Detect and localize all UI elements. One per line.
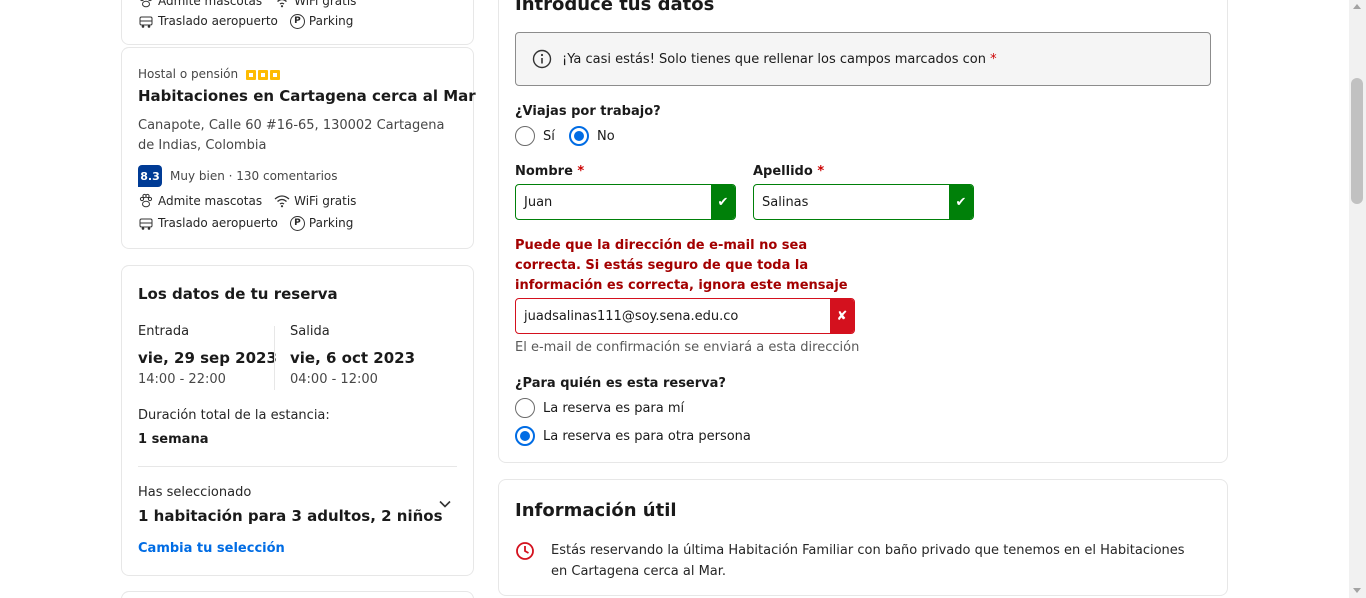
required-mark: *	[990, 51, 997, 67]
email-value[interactable]: juadsalinas111@soy.sena.edu.co	[516, 309, 830, 324]
radio-for-me-label: La reserva es para mí	[543, 400, 685, 416]
first-name-label-text: Nombre	[515, 164, 573, 179]
selection-value: 1 habitación para 3 adultos, 2 niños	[138, 507, 443, 525]
last-name-field[interactable]: Salinas ✔	[753, 184, 974, 220]
amenity-label: Traslado aeropuerto	[158, 216, 278, 230]
review-score-text: Muy bien · 130 comentarios	[170, 169, 338, 183]
amenity-label: Admite mascotas	[158, 194, 263, 208]
scrollbar-thumb[interactable]	[1351, 78, 1363, 204]
hotel-address: Canapote, Calle 60 #16-65, 130002 Cartag…	[138, 118, 445, 153]
radio-for-me[interactable]	[515, 398, 535, 418]
change-selection-link[interactable]: Cambia tu selección	[138, 541, 285, 556]
amenity-label: WiFi gratis	[294, 0, 357, 8]
amenity-label: Parking	[308, 14, 354, 28]
booking-page: Admite mascotas WiFi gratis Traslado aer…	[0, 0, 1366, 598]
required-mark: *	[817, 164, 825, 179]
first-name-value[interactable]: Juan	[516, 195, 711, 210]
booking-details-title: Los datos de tu reserva	[138, 285, 338, 303]
property-type-label: Hostal o pensión	[138, 67, 239, 81]
email-warning: Puede que la dirección de e-mail no sea …	[515, 238, 848, 293]
radio-yes[interactable]	[515, 126, 535, 146]
radio-no-label: No	[597, 128, 615, 144]
star-icon	[257, 69, 268, 80]
amenity-label: WiFi gratis	[294, 194, 357, 208]
checkin-label: Entrada	[138, 324, 190, 339]
property-type: Hostal o pensión	[138, 67, 280, 81]
hotel-amenities-row-2: Traslado aeropuerto P Parking	[138, 215, 361, 231]
duration-value: 1 semana	[138, 432, 209, 447]
hotel-amenities-row-1: Admite mascotas WiFi gratis	[138, 193, 364, 209]
amenity-label: Parking	[308, 216, 354, 230]
work-trip-yes[interactable]: Sí	[515, 126, 555, 146]
clock-icon	[515, 541, 535, 561]
star-icon	[269, 69, 280, 80]
email-help-text: El e-mail de confirmación se enviará a e…	[515, 340, 860, 355]
booking-for-me[interactable]: La reserva es para mí	[515, 398, 684, 418]
error-x-icon: ✘	[830, 299, 854, 333]
wifi-icon	[274, 195, 290, 208]
required-fields-notice: ¡Ya casi estás! Solo tienes que rellenar…	[515, 32, 1211, 86]
required-mark: *	[577, 164, 585, 179]
booking-divider	[138, 466, 457, 467]
useful-info-title: Información útil	[515, 500, 677, 521]
last-name-label: Apellido *	[753, 164, 824, 179]
first-name-field[interactable]: Juan ✔	[515, 184, 736, 220]
check-icon: ✔	[949, 185, 973, 219]
radio-yes-label: Sí	[543, 128, 555, 144]
date-divider	[274, 326, 275, 390]
pet-icon	[140, 0, 152, 8]
booking-for-question: ¿Para quién es esta reserva?	[515, 376, 726, 391]
last-name-label-text: Apellido	[753, 164, 813, 179]
parking-icon: P	[289, 215, 305, 231]
pet-icon	[139, 193, 153, 208]
checkout-date: vie, 6 oct 2023	[290, 349, 416, 367]
wifi-icon	[277, 0, 288, 8]
checkout-label: Salida	[290, 324, 330, 339]
work-trip-no[interactable]: No	[569, 126, 615, 146]
email-field[interactable]: juadsalinas111@soy.sena.edu.co ✘	[515, 298, 855, 334]
radio-for-other-label: La reserva es para otra persona	[543, 428, 751, 444]
checkin-date: vie, 29 sep 2023	[138, 349, 277, 367]
parking-icon: P	[289, 13, 305, 29]
shuttle-icon	[139, 218, 153, 230]
review-score-row: 8.3 Muy bien · 130 comentarios	[138, 165, 338, 187]
check-icon: ✔	[711, 185, 735, 219]
radio-for-other[interactable]	[515, 426, 535, 446]
selection-label: Has seleccionado	[138, 485, 252, 500]
amenity-label: Traslado aeropuerto	[158, 14, 278, 28]
scroll-up-arrow-icon[interactable]	[1353, 4, 1361, 9]
shuttle-icon	[139, 16, 153, 28]
hotel-name: Habitaciones en Cartagena cerca al Mar	[138, 87, 476, 105]
checkin-time: 14:00 - 22:00	[138, 372, 226, 387]
last-name-value[interactable]: Salinas	[754, 195, 949, 210]
guest-details-title: Introduce tus datos	[515, 0, 715, 15]
booking-for-other[interactable]: La reserva es para otra persona	[515, 426, 751, 446]
scroll-down-arrow-icon[interactable]	[1353, 588, 1361, 593]
amenity-label: Admite mascotas	[158, 0, 263, 8]
work-trip-question: ¿Viajas por trabajo?	[515, 104, 661, 119]
next-card	[121, 591, 474, 598]
top-amenities-row-2: Traslado aeropuerto P Parking	[138, 13, 361, 29]
chevron-down-icon[interactable]	[437, 496, 453, 512]
checkout-time: 04:00 - 12:00	[290, 372, 378, 387]
review-score-badge: 8.3	[138, 165, 162, 187]
star-icon	[245, 69, 256, 80]
info-icon	[532, 49, 552, 69]
top-amenities-row-1: Admite mascotas WiFi gratis	[138, 0, 364, 9]
star-rating	[245, 69, 280, 80]
duration-label: Duración total de la estancia:	[138, 408, 330, 423]
useful-info-text: Estás reservando la última Habitación Fa…	[551, 543, 1185, 579]
first-name-label: Nombre *	[515, 164, 584, 179]
notice-text: ¡Ya casi estás! Solo tienes que rellenar…	[562, 51, 986, 67]
radio-no[interactable]	[569, 126, 589, 146]
